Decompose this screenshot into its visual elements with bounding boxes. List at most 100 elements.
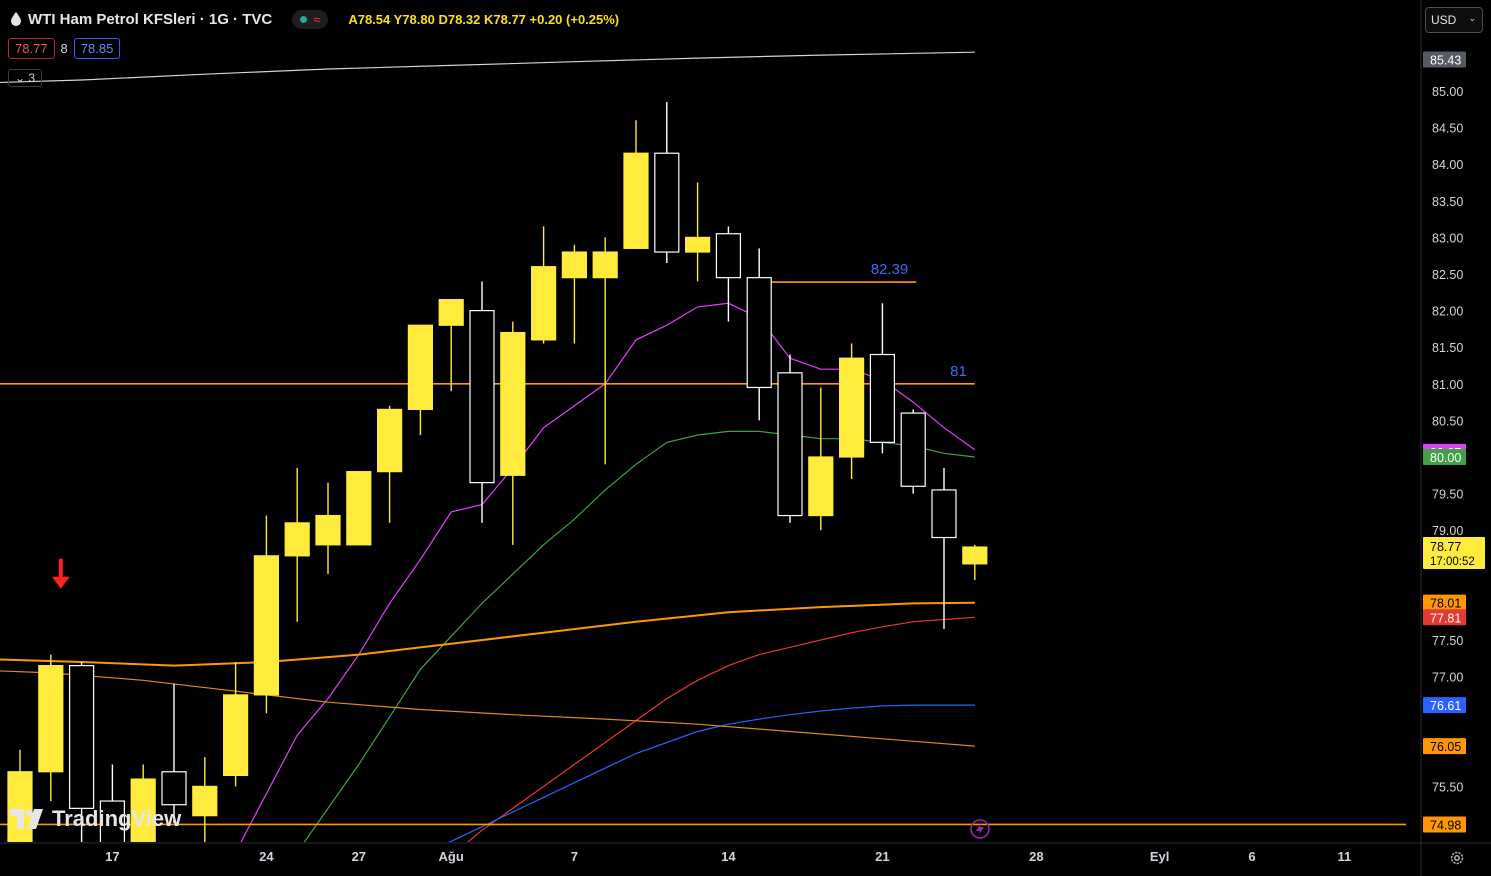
candle-body <box>777 372 803 517</box>
sell-price-button[interactable]: 78.77 <box>8 38 55 59</box>
candle <box>900 409 926 494</box>
moving-average-line <box>0 601 975 667</box>
price-axis-label: 85.43 <box>1423 51 1466 68</box>
candle <box>684 182 711 282</box>
price-label-text: 78.01 <box>1430 597 1461 611</box>
candle <box>161 683 187 823</box>
wave-icon: ≈ <box>313 11 321 27</box>
candle-body <box>500 331 526 476</box>
market-status-badge[interactable]: ≈ <box>292 9 329 29</box>
candle <box>530 226 557 344</box>
candle <box>7 749 33 842</box>
x-tick-label: 7 <box>571 849 578 864</box>
chevron-down-icon: ⌄ <box>1468 13 1476 23</box>
candle <box>931 467 957 630</box>
price-chart[interactable]: 81 82.39 85.00 84.50 84.00 83.50 83.00 82.50 82.… <box>0 0 1491 876</box>
candle-body <box>38 665 64 773</box>
x-tick-label: 27 <box>352 849 366 864</box>
candle-body <box>315 514 341 546</box>
y-tick-label: 84.50 <box>1432 122 1463 136</box>
currency-select[interactable]: USD ⌄ <box>1425 7 1483 33</box>
y-tick-label: 79.50 <box>1432 488 1463 502</box>
candle-body <box>561 251 588 279</box>
y-tick-label: 85.00 <box>1432 85 1463 99</box>
candle-body <box>654 152 680 253</box>
candle-body <box>869 353 896 443</box>
x-tick-label: 28 <box>1029 849 1043 864</box>
y-tick-label: 83.00 <box>1432 231 1463 245</box>
symbol-title[interactable]: WTI Ham Petrol KFSleri · 1G · TVC <box>28 11 272 28</box>
candle <box>838 343 865 479</box>
candle-body <box>746 277 772 389</box>
spread-value: 8 <box>60 41 68 56</box>
plot-area: 81 82.39 <box>0 51 1406 842</box>
y-tick-label: 83.50 <box>1432 195 1463 209</box>
candle-body <box>407 324 433 411</box>
candle <box>223 661 249 787</box>
bar-countdown: 17:00:52 <box>1430 556 1475 568</box>
candle-body <box>223 694 249 777</box>
candle-body <box>684 236 711 253</box>
candle <box>777 354 803 523</box>
moving-average-line <box>0 51 975 84</box>
candle-body <box>592 251 618 279</box>
candle <box>346 471 372 546</box>
y-tick-label: 84.00 <box>1432 158 1463 172</box>
x-tick-label: 6 <box>1248 849 1255 864</box>
candle-body <box>438 299 464 326</box>
candle <box>407 324 433 436</box>
y-tick-label: 81.00 <box>1432 378 1463 392</box>
x-tick-label: 21 <box>875 849 889 864</box>
trade-panel: 78.77 8 78.85 <box>8 38 121 59</box>
candle <box>377 405 403 523</box>
candle-body <box>161 771 187 806</box>
candle-body <box>377 408 403 473</box>
price-axis-label: 76.05 <box>1423 738 1466 755</box>
candle-body <box>530 266 557 341</box>
candle <box>315 482 341 575</box>
buy-price-button[interactable]: 78.85 <box>73 38 121 59</box>
price-axis-label: 80.00 <box>1423 449 1466 465</box>
price-axis-label: 78.01 <box>1423 594 1466 611</box>
candle <box>38 654 64 802</box>
candle <box>654 101 680 264</box>
candle-body <box>346 471 372 546</box>
candle-body <box>838 357 865 458</box>
candle-body <box>900 412 926 487</box>
candle <box>561 244 588 344</box>
x-tick-label: Ağu <box>439 849 464 864</box>
candle <box>623 120 649 249</box>
lightning-icon <box>970 819 990 839</box>
indicators-toggle[interactable]: ⌄ 3 <box>8 69 43 87</box>
candle <box>438 299 464 392</box>
chart-header: WTI Ham Petrol KFSleri · 1G · TVC ≈ A78.… <box>10 8 619 30</box>
price-axis-label: 74.98 <box>1423 816 1466 833</box>
y-tick-label: 75.50 <box>1432 780 1463 794</box>
y-tick-label: 81.50 <box>1432 341 1463 355</box>
currency-value: USD <box>1431 13 1457 27</box>
x-tick-label: 14 <box>721 849 736 864</box>
indicators-count: 3 <box>28 71 36 85</box>
y-tick-label: 79.00 <box>1432 524 1463 538</box>
price-label-text: 76.61 <box>1430 699 1461 713</box>
y-tick-label: 82.50 <box>1432 268 1463 282</box>
oil-drop-icon <box>11 12 21 26</box>
candle <box>869 303 896 454</box>
down-arrow-marker <box>51 558 70 589</box>
price-label-text: 74.98 <box>1430 818 1461 832</box>
y-tick-label: 77.00 <box>1432 671 1463 685</box>
horizontal-line-label: 81 <box>950 363 967 380</box>
candle-body <box>253 555 279 696</box>
candle <box>808 387 834 531</box>
arrow-head <box>51 576 70 589</box>
moving-average-line <box>447 704 975 842</box>
candle <box>962 544 988 580</box>
logo-text: TradingView <box>52 806 182 831</box>
candle-body <box>962 546 988 565</box>
settings-gear-icon[interactable] <box>1449 850 1465 866</box>
horizontal-line-label: 82.39 <box>871 261 909 278</box>
candle-body <box>192 785 218 817</box>
ohlc-readout: A78.54 Y78.80 D78.32 K78.77 +0.20 (+0.25… <box>348 11 620 27</box>
last-price-value: 78.77 <box>1430 540 1461 554</box>
candle <box>192 757 218 842</box>
